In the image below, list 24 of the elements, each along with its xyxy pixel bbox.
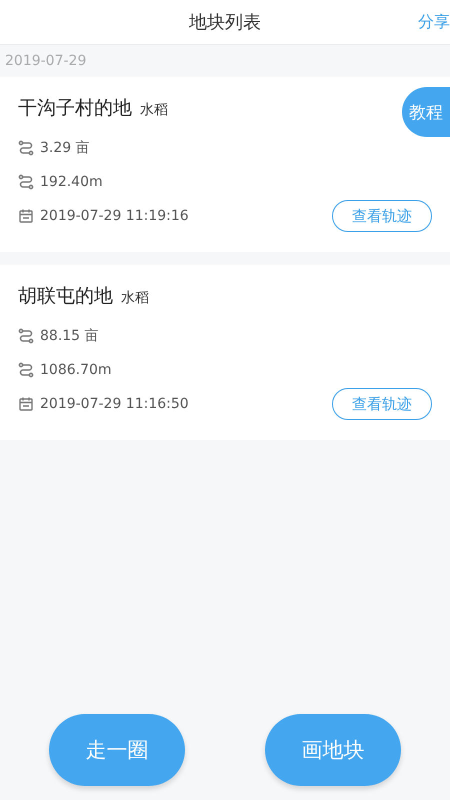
area-text: 3.29 亩 [40, 139, 90, 157]
plot-name: 干沟子村的地 [18, 96, 132, 121]
calendar-icon [18, 396, 34, 412]
view-track-button[interactable]: 查看轨迹 [332, 388, 432, 420]
plot-name: 胡联屯的地 [18, 284, 113, 309]
route-icon [18, 362, 34, 378]
calendar-icon [18, 208, 34, 224]
route-icon [18, 140, 34, 156]
page-title: 地块列表 [189, 11, 261, 34]
crop-label: 水稻 [121, 289, 149, 307]
time-text: 2019-07-29 11:16:50 [40, 396, 189, 412]
length-text: 1086.70m [40, 362, 112, 378]
time-text: 2019-07-29 11:19:16 [40, 208, 189, 224]
length-text: 192.40m [40, 174, 103, 190]
route-icon [18, 174, 34, 190]
crop-label: 水稻 [140, 101, 168, 119]
route-icon [18, 328, 34, 344]
tutorial-button[interactable]: 教程 [402, 87, 450, 137]
area-text: 88.15 亩 [40, 327, 99, 345]
date-header: 2019-07-29 [4, 52, 88, 71]
action-button[interactable]: 画地块 [265, 714, 401, 786]
share-link[interactable]: 分享 [418, 12, 450, 32]
action-button[interactable]: 走一圈 [49, 714, 185, 786]
view-track-button[interactable]: 查看轨迹 [332, 200, 432, 232]
